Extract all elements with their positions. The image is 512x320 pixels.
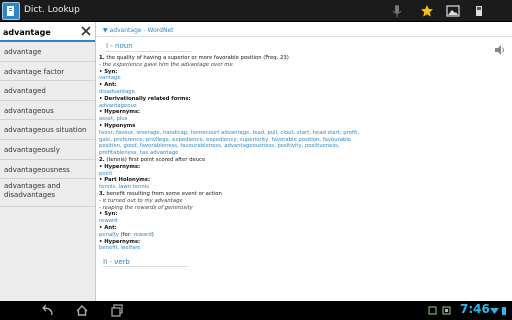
star-icon[interactable]: [420, 4, 434, 18]
antonyms-label: • Ant:: [99, 224, 117, 231]
sense-number: 1.: [99, 55, 105, 61]
synonym-link[interactable]: reward: [99, 218, 512, 225]
action-bar: Dict. Lookup: [0, 0, 512, 22]
word-list-item[interactable]: advantage factor: [0, 62, 95, 82]
close-icon[interactable]: [79, 24, 93, 38]
word-list-panel: advantage advantage factor advantaged ad…: [0, 22, 96, 301]
example-text: - the experience gave him the advantage …: [99, 61, 233, 68]
definition-body: 1. the quality of having a superior or m…: [96, 52, 512, 252]
antonym-link[interactable]: disadvantage: [99, 89, 512, 96]
status-clock[interactable]: 7:46: [460, 302, 490, 316]
hypernyms-label: • Hypernyms:: [99, 163, 141, 170]
sense-definition: benefit resulting from some event or act…: [106, 190, 222, 197]
word-list-item[interactable]: advantageous situation: [0, 120, 95, 140]
part-holonyms-label: • Part Holonyms:: [99, 177, 151, 184]
word-list-item[interactable]: advantages and disadvantages: [0, 179, 95, 208]
speaker-icon[interactable]: [494, 44, 506, 56]
synonyms-label: • Syn:: [99, 211, 118, 218]
battery-icon: [502, 307, 506, 315]
sense-number: 3.: [99, 190, 105, 197]
antonym-close-paren: ): [151, 231, 154, 238]
word-list-item[interactable]: advantageous: [0, 101, 95, 121]
sense-definition: the quality of having a superior or more…: [106, 55, 289, 61]
search-input[interactable]: [3, 25, 77, 39]
word-list-item[interactable]: advantaged: [0, 81, 95, 101]
synonyms-label: • Syn:: [99, 68, 118, 75]
derived-form-link[interactable]: advantageous: [99, 103, 512, 110]
back-icon[interactable]: [40, 304, 54, 317]
antonym-for-link[interactable]: reward: [133, 232, 151, 238]
synonym-link[interactable]: vantage: [99, 75, 512, 82]
home-icon[interactable]: [75, 304, 89, 317]
antonyms-label: • Ant:: [99, 82, 117, 89]
hyponym-links[interactable]: favor, favour, leverage, handicap, homec…: [99, 130, 359, 157]
derived-forms-label: • Derivationally related forms:: [99, 95, 191, 102]
app-book-icon[interactable]: [2, 2, 20, 20]
word-list-item[interactable]: advantageously: [0, 140, 95, 160]
dictionary-source-header[interactable]: ▼ advantage - WordNet: [96, 22, 512, 37]
sense-number: 2.: [99, 156, 105, 163]
notification-icon[interactable]: [442, 306, 451, 315]
hyponyms-label: • Hyponyms: [99, 122, 136, 129]
part-of-speech-verb: II - verb: [103, 258, 188, 268]
antonym-link[interactable]: penalty: [99, 232, 119, 238]
search-bar: [0, 22, 95, 42]
microphone-icon[interactable]: [390, 4, 404, 18]
hypernyms-label: • Hypernyms:: [99, 109, 141, 116]
example-text: - reaping the rewards of generosity: [99, 204, 193, 211]
wifi-icon: [490, 308, 499, 314]
overflow-menu-icon[interactable]: [472, 4, 486, 18]
word-list-item[interactable]: advantage: [0, 42, 95, 62]
holonym-links[interactable]: tennis, lawn tennis: [99, 184, 512, 191]
hypernyms-label: • Hypernyms:: [99, 238, 141, 245]
system-navigation-bar: 7:46: [0, 301, 512, 320]
definition-panel: ▼ advantage - WordNet I - noun 1. the qu…: [96, 22, 512, 301]
recent-apps-icon[interactable]: [110, 304, 124, 317]
part-of-speech-noun: I - noun: [106, 42, 191, 52]
app-title: Dict. Lookup: [24, 5, 80, 15]
image-icon[interactable]: [446, 4, 460, 18]
hypernym-links[interactable]: benefit, welfare: [99, 245, 512, 252]
sense-definition: (tennis) first point scored after deuce: [106, 156, 206, 163]
hypernym-links[interactable]: asset, plus: [99, 116, 512, 123]
example-text: - it turned out to my advantage: [99, 197, 183, 204]
hypernym-links[interactable]: point: [99, 171, 512, 178]
notification-icon[interactable]: [428, 306, 437, 315]
word-list-item[interactable]: advantageousness: [0, 160, 95, 180]
antonym-for-text: (for:: [118, 231, 134, 238]
